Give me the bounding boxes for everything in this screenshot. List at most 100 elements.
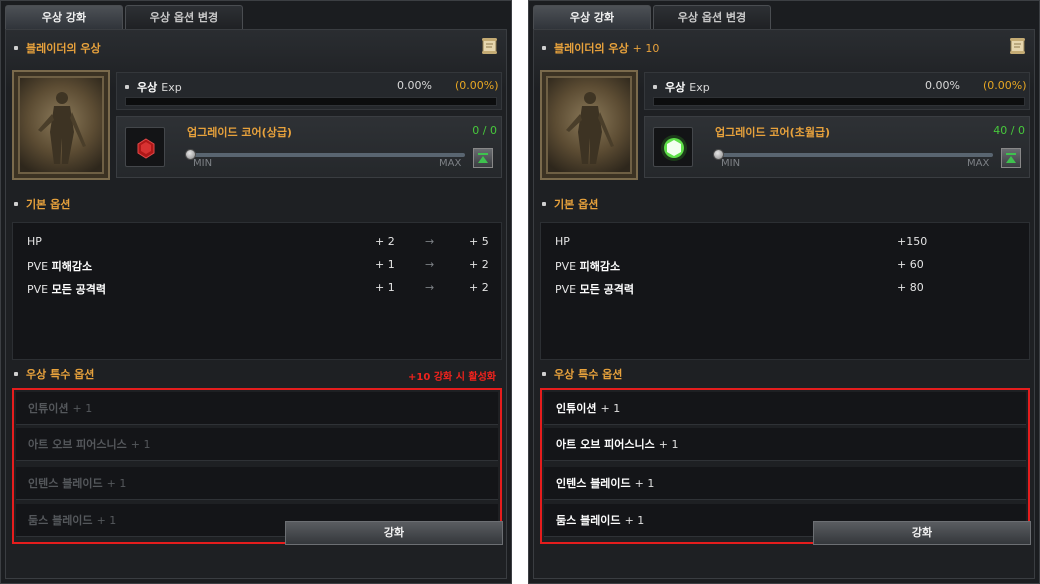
statue-name: 블레이더의 우상: [26, 42, 101, 55]
statue-enhance-panel-after: 우상 강화 우상 옵션 변경 블레이더의 우상 + 10 우상 Exp 0.00…: [528, 0, 1040, 584]
statue-exp-box: 우상 Exp 0.00% (0.00%): [644, 72, 1030, 110]
stat-label: HP: [27, 235, 42, 248]
bullet-icon: [653, 85, 657, 89]
stat-row: HP + 2 → + 5: [27, 235, 497, 251]
stat-next-value: + 2: [469, 281, 489, 294]
stat-prefix: HP: [27, 235, 42, 248]
stat-row: PVE 모든 공격력 + 80: [555, 281, 1025, 297]
bullet-icon: [14, 372, 18, 376]
exp-value: 0.00%: [397, 79, 432, 92]
statue-enhance-panel-before: 우상 강화 우상 옵션 변경 블레이더의 우상 우상 Exp 0.00% (0.…: [0, 0, 512, 584]
tab-statue-enhance[interactable]: 우상 강화: [5, 5, 123, 29]
core-name: 업그레이드 코어(상급): [187, 126, 292, 139]
enhance-button[interactable]: 강화: [813, 521, 1031, 545]
scroll-icon[interactable]: [480, 36, 500, 56]
statue-title: 블레이더의 우상 + 10: [542, 40, 659, 56]
slider-max-label: MAX: [967, 158, 990, 169]
slider-min-label: MIN: [721, 158, 741, 169]
core-amount-slider[interactable]: [715, 153, 993, 157]
enhance-button[interactable]: 강화: [285, 521, 503, 545]
red-core-gem-icon[interactable]: [125, 127, 165, 167]
special-option-value: + 1: [624, 513, 645, 527]
bullet-icon: [125, 85, 129, 89]
stat-value: + 60: [897, 258, 924, 271]
tab-statue-enhance[interactable]: 우상 강화: [533, 5, 651, 29]
stat-row: PVE 모든 공격력 + 1 → + 2: [27, 281, 497, 297]
special-options-title: 우상 특수 옵션: [26, 368, 95, 381]
exp-percent: (0.00%): [455, 79, 499, 92]
stat-prefix: PVE: [27, 283, 49, 296]
special-options-title: 우상 특수 옵션: [554, 368, 623, 381]
stat-next-value: + 5: [469, 235, 489, 248]
stat-label: PVE 모든 공격력: [27, 283, 106, 296]
bullet-icon: [14, 202, 18, 206]
special-option-name: 인텐스 블레이드: [556, 477, 631, 490]
scroll-icon[interactable]: [1008, 36, 1028, 56]
statue-title: 블레이더의 우상: [14, 40, 105, 56]
special-option-value: + 1: [96, 513, 117, 527]
core-amount-slider[interactable]: [187, 153, 465, 157]
bullet-icon: [542, 202, 546, 206]
stat-label: HP: [555, 235, 570, 248]
statue-name: 블레이더의 우상: [554, 42, 629, 55]
stat-value: + 80: [897, 281, 924, 294]
tab-statue-option-change[interactable]: 우상 옵션 변경: [653, 5, 771, 29]
bullet-icon: [14, 46, 18, 50]
tab-statue-option-change[interactable]: 우상 옵션 변경: [125, 5, 243, 29]
green-core-gem-icon[interactable]: [653, 127, 693, 167]
blader-statue-portrait: [540, 70, 638, 180]
bullet-icon: [542, 46, 546, 50]
stat-current-value: + 1: [375, 258, 395, 271]
exp-label-strong: 우상: [137, 81, 158, 94]
exp-progress-bar: [653, 97, 1025, 106]
activation-notice: +10 강화 시 활성화: [408, 372, 496, 383]
max-button[interactable]: [473, 148, 493, 168]
special-option-value: + 1: [130, 437, 151, 451]
exp-value: 0.00%: [925, 79, 960, 92]
upgrade-core-box: 업그레이드 코어(초월급) 40 / 0 MIN MAX: [644, 116, 1030, 178]
special-option-name: 인튜이션: [28, 402, 69, 415]
special-option-name: 둠스 블레이드: [556, 514, 621, 527]
panel-body: 블레이더의 우상 + 10 우상 Exp 0.00% (0.00%) 업그레이드…: [533, 29, 1035, 579]
stat-name: 모든 공격력: [579, 283, 635, 296]
special-option-row: 아트 오브 피어스니스 + 1: [544, 428, 1026, 461]
basic-options-list: HP +150 PVE 피해감소 + 60 PVE 모든 공격력 + 80: [540, 222, 1030, 360]
exp-label-strong: 우상: [665, 81, 686, 94]
exp-progress-bar: [125, 97, 497, 106]
stat-label: PVE 피해감소: [27, 260, 92, 273]
stat-next-value: + 2: [469, 258, 489, 271]
arrow-right-icon: →: [425, 235, 435, 248]
exp-percent: (0.00%): [983, 79, 1027, 92]
stat-name: 피해감소: [51, 260, 93, 273]
stat-row: HP +150: [555, 235, 1025, 251]
blader-statue-portrait: [12, 70, 110, 180]
stat-current-value: + 1: [375, 281, 395, 294]
special-option-name: 인텐스 블레이드: [28, 477, 103, 490]
bullet-icon: [542, 372, 546, 376]
arrow-right-icon: →: [425, 258, 435, 271]
exp-label-text: Exp: [161, 80, 182, 94]
special-option-value: + 1: [658, 437, 679, 451]
core-count: 40 / 0: [993, 124, 1025, 137]
core-name: 업그레이드 코어(초월급): [715, 126, 831, 139]
max-button[interactable]: [1001, 148, 1021, 168]
tab-bar: 우상 강화 우상 옵션 변경: [533, 5, 773, 29]
special-option-value: + 1: [634, 476, 655, 490]
special-option-row: 인튜이션 + 1: [16, 392, 498, 425]
stat-prefix: HP: [555, 235, 570, 248]
special-option-name: 인튜이션: [556, 402, 597, 415]
special-option-name: 아트 오브 피어스니스: [28, 438, 127, 451]
basic-options-list: HP + 2 → + 5 PVE 피해감소 + 1 → + 2 PVE 모든 공…: [12, 222, 502, 360]
special-option-name: 아트 오브 피어스니스: [556, 438, 655, 451]
tab-bar: 우상 강화 우상 옵션 변경: [5, 5, 245, 29]
special-option-row: 아트 오브 피어스니스 + 1: [16, 428, 498, 461]
special-option-row: 인텐스 블레이드 + 1: [544, 467, 1026, 500]
stat-name: 피해감소: [579, 260, 621, 273]
special-options-header: 우상 특수 옵션: [14, 366, 94, 382]
slider-min-label: MIN: [193, 158, 213, 169]
stat-row: PVE 피해감소 + 60: [555, 258, 1025, 274]
basic-options-header: 기본 옵션: [542, 196, 598, 212]
statue-level: + 10: [632, 41, 660, 55]
special-option-row: 인텐스 블레이드 + 1: [16, 467, 498, 500]
stat-prefix: PVE: [555, 283, 577, 296]
